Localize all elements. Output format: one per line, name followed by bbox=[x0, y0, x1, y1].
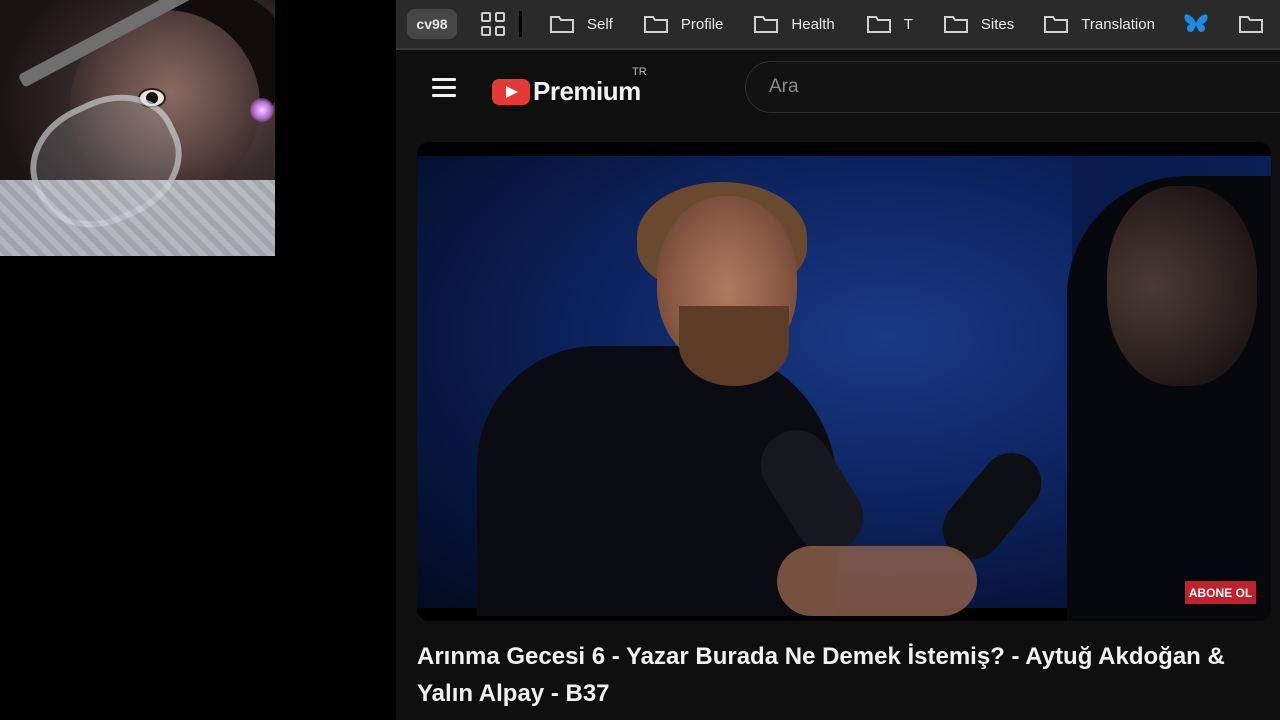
youtube-header: Premium TR bbox=[396, 50, 1280, 128]
folder-icon bbox=[643, 14, 669, 34]
bookmark-label: T bbox=[903, 15, 913, 33]
folder-icon bbox=[866, 14, 892, 34]
bookmark-health[interactable]: Health bbox=[753, 0, 835, 48]
bookmark-label: Profile bbox=[680, 15, 724, 33]
bookmarks-divider bbox=[519, 11, 522, 37]
bookmark-label: Health bbox=[791, 15, 835, 33]
bookmark-label: Sites bbox=[980, 15, 1015, 33]
apps-grid-icon[interactable] bbox=[481, 12, 505, 36]
bookmark-self[interactable]: Self bbox=[549, 0, 613, 48]
bookmark-label: Translation bbox=[1081, 15, 1155, 33]
browser-window: cv98 Self Profile Health T Sites Transla… bbox=[396, 0, 1280, 720]
profile-chip[interactable]: cv98 bbox=[407, 9, 457, 39]
bookmark-translation[interactable]: Translation bbox=[1043, 0, 1155, 48]
butterfly-icon[interactable] bbox=[1183, 12, 1209, 36]
video-title: Arınma Gecesi 6 - Yazar Burada Ne Demek … bbox=[417, 643, 1225, 707]
youtube-play-icon bbox=[492, 78, 530, 105]
webcam-light bbox=[250, 98, 274, 122]
folder-icon bbox=[753, 14, 779, 34]
bookmark-partial[interactable] bbox=[1238, 0, 1276, 48]
logo-text: Premium bbox=[533, 76, 641, 106]
bookmark-sites[interactable]: Sites bbox=[943, 0, 1014, 48]
video-player[interactable]: ABONE OL bbox=[417, 142, 1271, 621]
subscribe-watermark[interactable]: ABONE OL bbox=[1185, 581, 1256, 604]
search-box[interactable] bbox=[745, 61, 1280, 113]
bookmark-profile[interactable]: Profile bbox=[643, 0, 724, 48]
bookmarks-bar: cv98 Self Profile Health T Sites Transla… bbox=[396, 0, 1280, 50]
folder-icon bbox=[1238, 14, 1264, 34]
region-code: TR bbox=[632, 66, 647, 78]
webcam-pillow bbox=[0, 180, 275, 256]
youtube-premium-logo[interactable]: Premium TR bbox=[492, 66, 647, 107]
folder-icon bbox=[1043, 14, 1069, 34]
webcam-overlay bbox=[0, 0, 275, 256]
video-frame: ABONE OL bbox=[417, 156, 1271, 621]
bookmark-t[interactable]: T bbox=[866, 0, 913, 48]
folder-icon bbox=[549, 14, 575, 34]
menu-icon[interactable] bbox=[432, 78, 456, 98]
folder-icon bbox=[943, 14, 969, 34]
bookmark-label: Self bbox=[587, 15, 613, 33]
search-input[interactable] bbox=[767, 75, 1171, 99]
